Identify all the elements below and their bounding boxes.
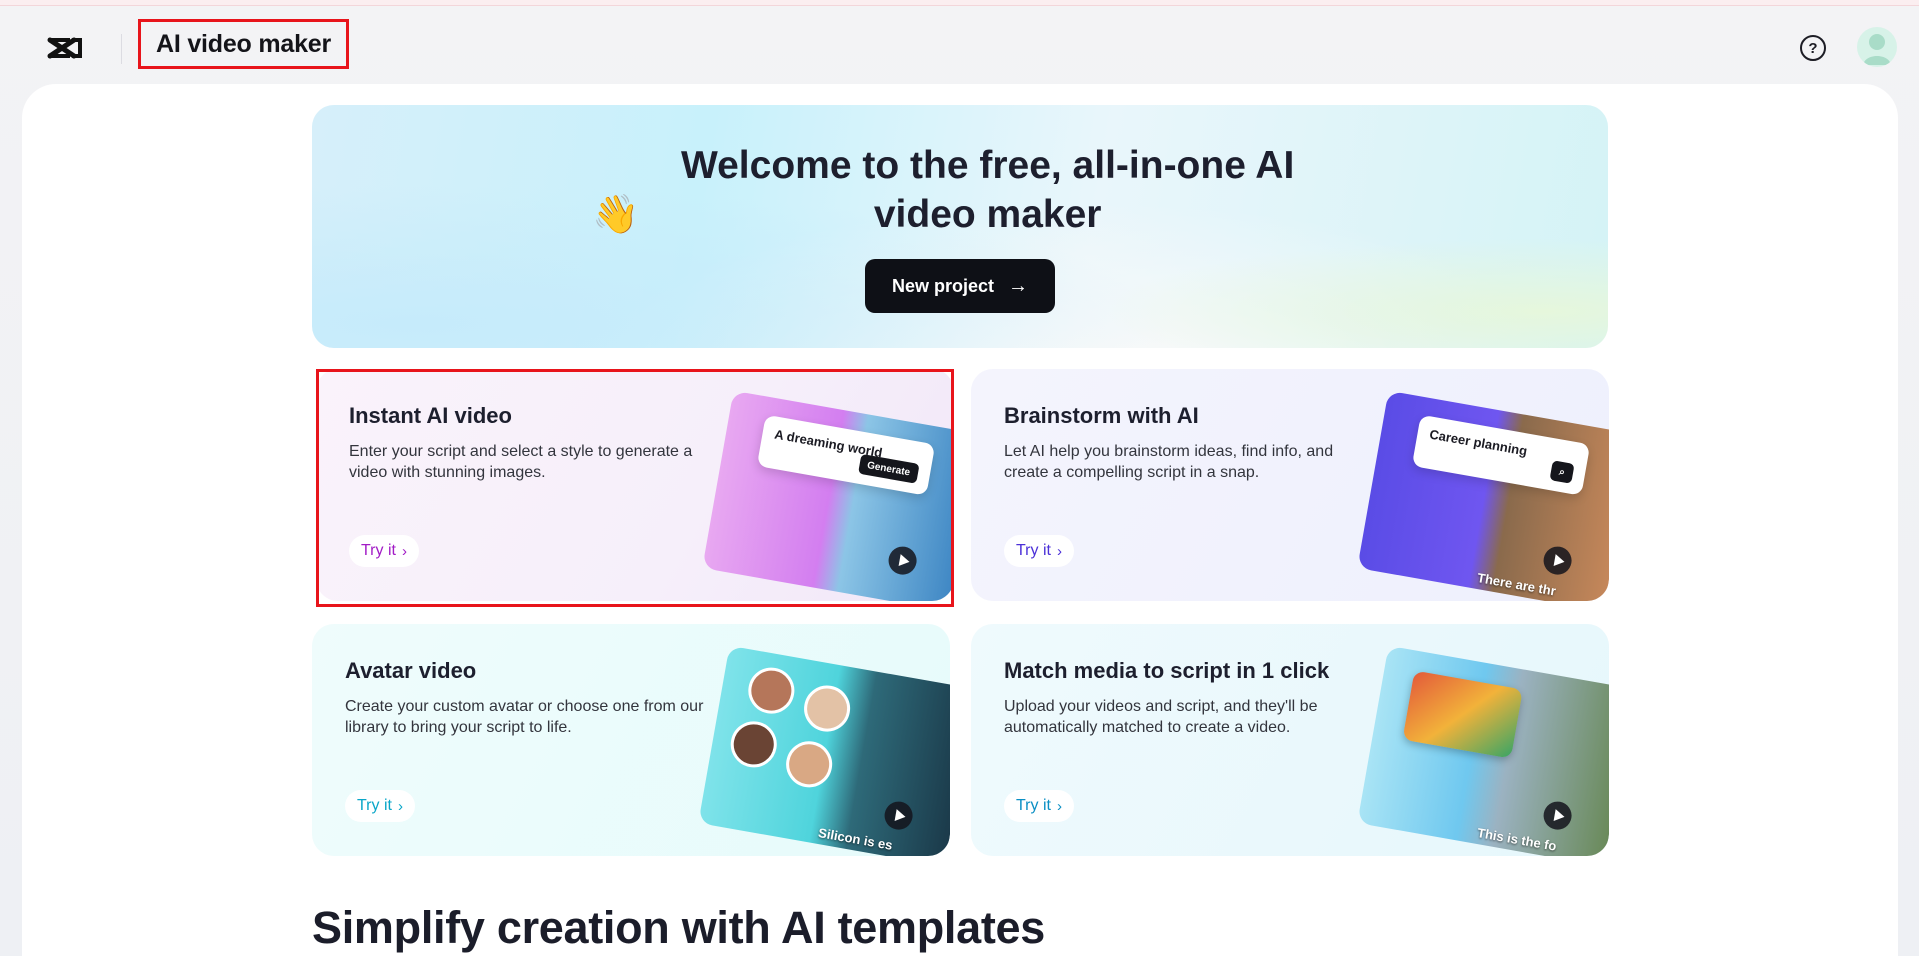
chevron-right-icon: › (1056, 797, 1062, 815)
card-description: Let AI help you brainstorm ideas, find i… (1004, 443, 1334, 481)
play-icon (882, 799, 915, 832)
card-title: Brainstorm with AI (1004, 403, 1199, 428)
card-description: Upload your videos and script, and they'… (1004, 698, 1318, 736)
avatar-face (800, 681, 854, 736)
avatar-face (744, 663, 799, 718)
feature-card-brainstorm[interactable]: Brainstorm with AI Let AI help you brain… (971, 369, 1609, 601)
avatar-face (782, 737, 836, 791)
try-it-button[interactable]: Try it › (1004, 535, 1074, 567)
card-title: Avatar video (345, 658, 477, 683)
feature-card-instant-ai-video[interactable]: Instant AI video Enter your script and s… (316, 369, 954, 601)
hero-title-text: Welcome to the free, all-in-one AI video… (681, 144, 1295, 236)
generate-label: Generate (866, 459, 911, 478)
generate-chip: Generate (857, 453, 920, 484)
play-icon (1541, 544, 1574, 577)
card-title: Match media to script in 1 click (1004, 658, 1330, 683)
video-caption: This is the fo (1476, 825, 1558, 854)
page-title: AI video maker (138, 19, 349, 69)
new-project-label: New project (891, 275, 995, 296)
video-caption: Silicon is es (817, 825, 894, 853)
instant-ai-video-thumbnail: A dreaming world Generate (702, 390, 954, 601)
card-description: Create your custom avatar or choose one … (345, 698, 704, 736)
waving-hand-icon: 👋 (592, 194, 640, 236)
avatar-video-thumbnail: Silicon is es (698, 645, 950, 856)
help-glyph: ? (1808, 39, 1818, 57)
feature-card-avatar-video[interactable]: Avatar video Create your custom avatar o… (312, 624, 950, 856)
chevron-right-icon: › (401, 542, 407, 560)
hero-banner: 👋 Welcome to the free, all-in-one AI vide… (312, 105, 1608, 348)
try-it-button[interactable]: Try it › (349, 535, 419, 567)
match-media-thumbnail: This is the fo (1357, 645, 1609, 856)
prompt-card: A dreaming world Generate (756, 414, 936, 496)
user-avatar-icon[interactable] (1857, 27, 1897, 67)
brainstorm-thumbnail: Career planning ⌕ There are thr (1357, 390, 1609, 601)
media-stack (1402, 670, 1523, 759)
new-project-button[interactable]: New project → (865, 259, 1055, 313)
avatar-face (727, 717, 781, 772)
try-it-button[interactable]: Try it › (1004, 790, 1074, 822)
arrow-right-icon: → (1008, 274, 1029, 297)
play-icon (1541, 799, 1574, 832)
prompt-text: Career planning (1428, 426, 1529, 459)
capcut-logo-icon[interactable] (44, 30, 84, 66)
app-header: AI video maker ? (0, 6, 1919, 84)
prompt-card: Career planning ⌕ (1411, 414, 1591, 496)
templates-section-title: Simplify creation with AI templates (312, 902, 1045, 953)
hero-title: 👋 Welcome to the free, all-in-one AI vide… (312, 141, 1608, 240)
card-title: Instant AI video (349, 403, 512, 428)
feature-card-match-media[interactable]: Match media to script in 1 click Upload … (971, 624, 1609, 856)
chevron-right-icon: › (397, 797, 403, 815)
card-description: Enter your script and select a style to … (349, 443, 693, 481)
help-circle-icon[interactable]: ? (1800, 35, 1826, 61)
try-it-label: Try it (1016, 542, 1051, 559)
try-it-label: Try it (357, 797, 392, 814)
play-icon (886, 544, 919, 577)
chevron-right-icon: › (1056, 542, 1062, 560)
search-icon: ⌕ (1549, 460, 1575, 484)
header-divider (121, 34, 122, 64)
try-it-label: Try it (1016, 797, 1051, 814)
try-it-button[interactable]: Try it › (345, 790, 415, 822)
try-it-label: Try it (361, 542, 396, 559)
video-caption: There are thr (1476, 570, 1558, 599)
